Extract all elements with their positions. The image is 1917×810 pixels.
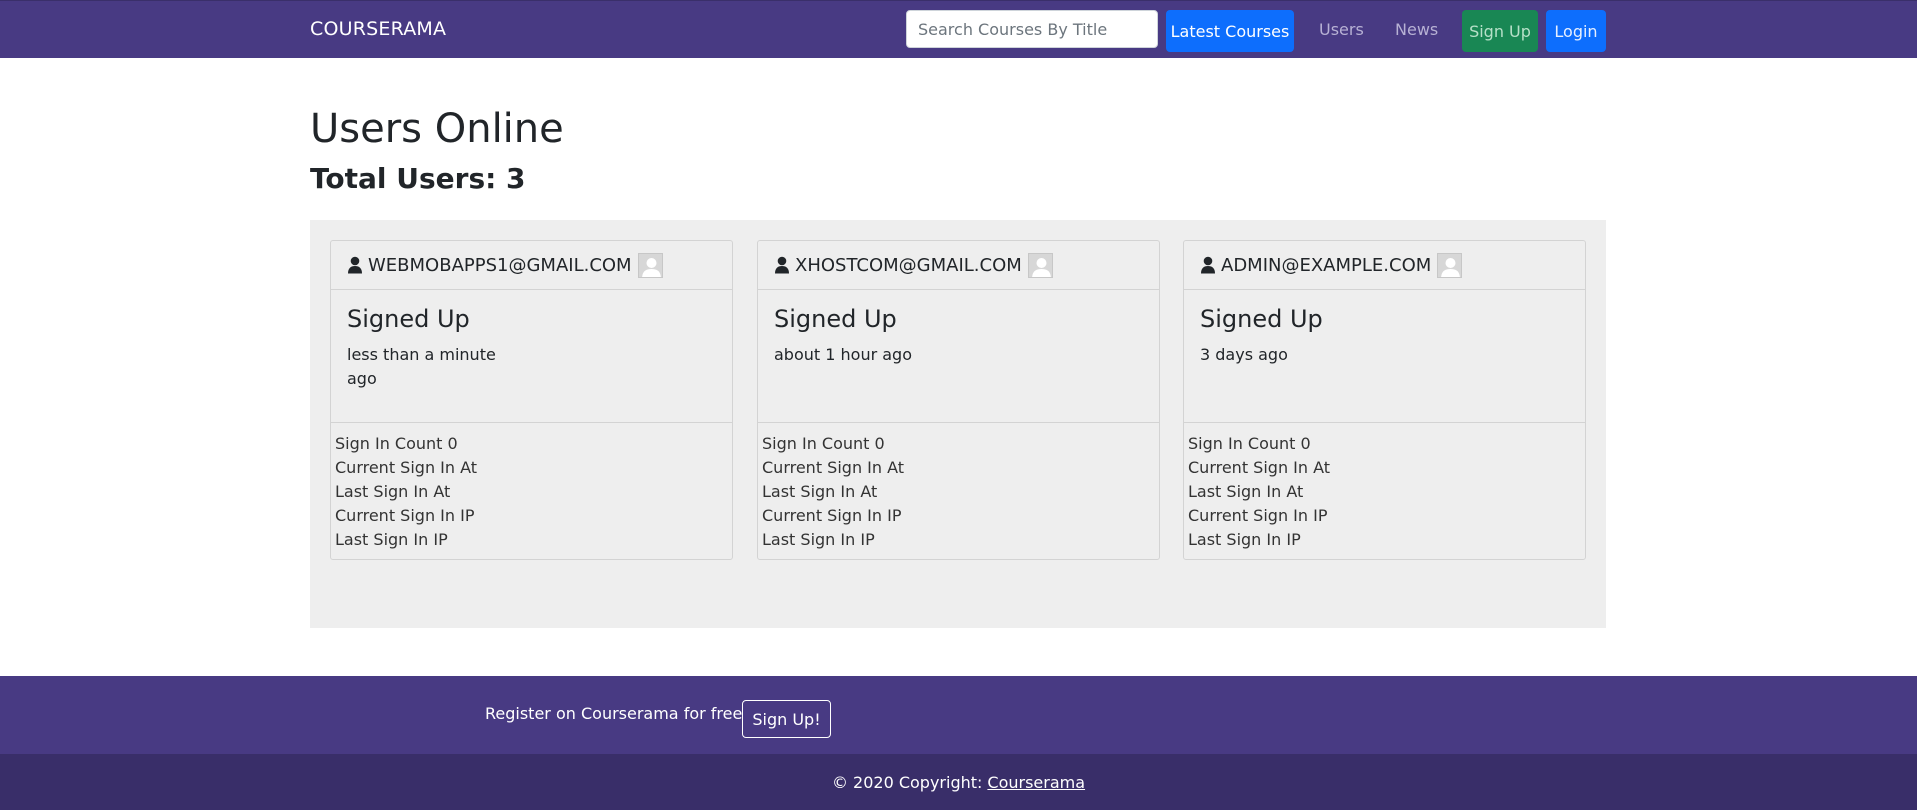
user-icon bbox=[348, 256, 362, 274]
nav-link-users[interactable]: Users bbox=[1319, 20, 1364, 39]
current-sign-in-at: Current Sign In At bbox=[335, 458, 478, 477]
last-sign-in-ip: Last Sign In IP bbox=[335, 530, 448, 549]
user-card-header: ADMIN@EXAMPLE.COM bbox=[1184, 241, 1585, 290]
avatar-placeholder-icon bbox=[637, 252, 663, 278]
current-sign-in-at: Current Sign In At bbox=[762, 458, 905, 477]
page-title: Users Online bbox=[310, 106, 564, 152]
footer-sign-up-button[interactable]: Sign Up! bbox=[742, 700, 831, 738]
signed-up-time: 3 days ago bbox=[1200, 345, 1288, 364]
user-card: WEBMOBAPPS1@GMAIL.COM Signed Up less tha… bbox=[330, 240, 733, 560]
copyright-text: © 2020 Copyright: bbox=[831, 772, 983, 792]
users-panel: WEBMOBAPPS1@GMAIL.COM Signed Up less tha… bbox=[310, 220, 1606, 628]
user-card-stats: Sign In Count 0 Current Sign In At Last … bbox=[758, 423, 1159, 561]
nav-link-news[interactable]: News bbox=[1395, 20, 1438, 39]
current-sign-in-ip: Current Sign In IP bbox=[762, 506, 902, 525]
last-sign-in-at: Last Sign In At bbox=[762, 482, 878, 501]
brand-logo[interactable]: COURSERAMA bbox=[310, 18, 446, 40]
last-sign-in-at: Last Sign In At bbox=[335, 482, 451, 501]
current-sign-in-at: Current Sign In At bbox=[1188, 458, 1331, 477]
login-button[interactable]: Login bbox=[1546, 10, 1606, 52]
sign-in-count: Sign In Count 0 bbox=[335, 434, 458, 453]
total-users-count: Total Users: 3 bbox=[310, 162, 526, 195]
latest-courses-button[interactable]: Latest Courses bbox=[1166, 10, 1294, 52]
user-card-header: WEBMOBAPPS1@GMAIL.COM bbox=[331, 241, 732, 290]
current-sign-in-ip: Current Sign In IP bbox=[1188, 506, 1328, 525]
avatar-placeholder-icon bbox=[1027, 252, 1053, 278]
signed-up-time: less than a minute ago bbox=[347, 345, 496, 388]
register-text: Register on Courserama for free bbox=[485, 704, 743, 723]
last-sign-in-ip: Last Sign In IP bbox=[1188, 530, 1301, 549]
user-card: ADMIN@EXAMPLE.COM Signed Up 3 days ago S… bbox=[1183, 240, 1586, 560]
sign-in-count: Sign In Count 0 bbox=[1188, 434, 1311, 453]
user-card-header: XHOSTCOM@GMAIL.COM bbox=[758, 241, 1159, 290]
footer-copyright-bar: © 2020 Copyright: Courserama bbox=[0, 754, 1917, 810]
last-sign-in-at: Last Sign In At bbox=[1188, 482, 1304, 501]
user-card-body: Signed Up 3 days ago bbox=[1184, 290, 1585, 423]
user-icon bbox=[775, 256, 789, 274]
footer-register-bar: Register on Courserama for free Sign Up! bbox=[0, 676, 1917, 754]
signed-up-time: about 1 hour ago bbox=[774, 345, 912, 364]
top-navbar: COURSERAMA Latest Courses Users News Sig… bbox=[0, 0, 1917, 58]
user-card-stats: Sign In Count 0 Current Sign In At Last … bbox=[1184, 423, 1585, 561]
signed-up-heading: Signed Up bbox=[774, 305, 897, 333]
user-icon bbox=[1201, 256, 1215, 274]
sign-up-button[interactable]: Sign Up bbox=[1462, 10, 1538, 52]
signed-up-heading: Signed Up bbox=[347, 305, 470, 333]
user-email: XHOSTCOM@GMAIL.COM bbox=[795, 254, 1022, 276]
copyright-link[interactable]: Courserama bbox=[987, 773, 1085, 792]
user-card: XHOSTCOM@GMAIL.COM Signed Up about 1 hou… bbox=[757, 240, 1160, 560]
last-sign-in-ip: Last Sign In IP bbox=[762, 530, 875, 549]
user-card-body: Signed Up about 1 hour ago bbox=[758, 290, 1159, 423]
user-email: ADMIN@EXAMPLE.COM bbox=[1221, 254, 1432, 276]
avatar-placeholder-icon bbox=[1437, 252, 1463, 278]
search-courses-input[interactable] bbox=[906, 10, 1158, 48]
sign-in-count: Sign In Count 0 bbox=[762, 434, 885, 453]
user-email: WEBMOBAPPS1@GMAIL.COM bbox=[368, 254, 632, 276]
signed-up-heading: Signed Up bbox=[1200, 305, 1323, 333]
user-card-stats: Sign In Count 0 Current Sign In At Last … bbox=[331, 423, 732, 561]
current-sign-in-ip: Current Sign In IP bbox=[335, 506, 475, 525]
user-card-body: Signed Up less than a minute ago bbox=[331, 290, 732, 423]
